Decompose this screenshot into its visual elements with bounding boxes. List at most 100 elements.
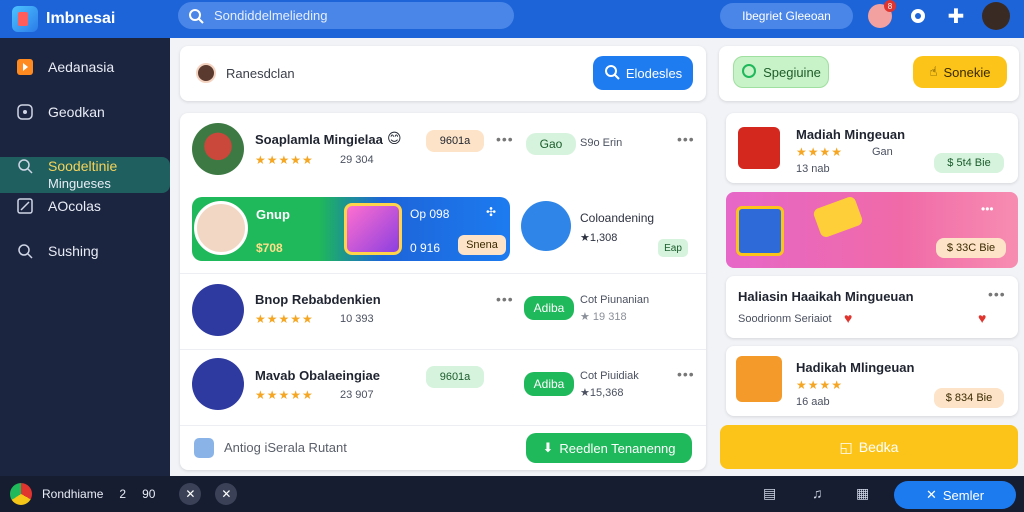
game-avatar [192,123,244,175]
list-item[interactable]: Mavab Obalaeingiae ★★★★★ 23 907 9601a Ad… [180,349,706,425]
row-action-button[interactable]: Adiba [524,296,574,320]
notification-icon[interactable]: ♫ [812,485,823,501]
row-title: Mavab Obalaeingiae [255,368,380,383]
header-label: Ranesdclan [226,66,295,81]
message-icon [16,103,34,121]
more-icon[interactable]: ••• [988,286,1006,302]
link-icon[interactable]: ✣ [486,205,496,219]
promo-card[interactable]: ••• $ 33C Bie [726,192,1018,268]
game-controller-icon[interactable]: ✕ [179,483,202,505]
price-badge: $ 5t4 Bie [934,153,1004,173]
item-sub: Gan [872,146,893,158]
banner-count: 0 916 [410,241,441,255]
more-icon[interactable]: ••• [677,366,695,382]
more-icon[interactable]: ••• [496,291,514,307]
bag-icon: ◱ [839,438,853,455]
price-badge: $ 834 Bie [934,388,1004,408]
sidebar-item-geodkan[interactable]: Geodkan [0,101,170,123]
heart-icon[interactable]: ♥ [978,310,986,326]
row-title: Soaplamla Mingielaa [255,132,383,147]
rating-stars: ★★★★★ [255,312,314,326]
list-icon[interactable]: ▦ [856,485,869,502]
row-action-label: Adiba [533,377,565,391]
row-title: Bnop Rebabdenkien [255,292,381,307]
edit-icon [16,197,34,215]
header-primary-button[interactable]: Elodesles [593,56,693,90]
coin-badge: 9601a [426,366,484,388]
game-controller-icon[interactable]: ✕ [215,483,238,505]
right-header-card: Spegiuine ☝ Sonekie [719,46,1019,101]
game-avatar [192,358,244,410]
promo-banner[interactable]: Gnup $708 Op 098 0 916 ✣ Snena [192,197,510,261]
side-button[interactable]: Eap [658,239,688,257]
side-title: Coloandening [580,211,655,225]
search-icon [16,242,34,260]
search-bar[interactable] [178,2,514,29]
green-action-button[interactable]: Spegiuine [733,56,829,88]
sidebar-item-label: Sushing [48,243,99,259]
item-price: 13 nab [796,163,830,175]
sidebar-item-label: Soodeltinie [48,158,118,174]
sidebar-item-aocolas[interactable]: AOcolas [0,195,170,217]
price-badge: $ 33C Bie [936,238,1006,258]
search-input[interactable] [214,8,494,23]
yellow-action-button[interactable]: ☝ Sonekie [913,56,1007,88]
item-title: Haliasin Haaikah Mingueuan [738,289,914,304]
send-button[interactable]: ✕ Semler [894,481,1016,509]
rating-count: 29 304 [340,154,374,166]
more-icon[interactable]: ••• [677,131,695,147]
item-price: 16 aab [796,396,830,408]
right-item-card[interactable]: Haliasin Haaikah Mingueuan ••• Soodrionm… [726,276,1018,338]
sidebar-item-sublabel: Mingueses [48,176,111,191]
more-icon[interactable]: ••• [981,202,994,216]
help-icon[interactable] [906,4,930,28]
green-button-label: Spegiuine [763,64,821,80]
more-icon[interactable]: ••• [496,131,514,147]
list-item[interactable]: Bnop Rebabdenkien ★★★★★ 10 393 ••• Adiba… [180,273,706,349]
profile-avatar[interactable]: 8 [868,0,896,28]
top-pill-button[interactable]: Ibegriet Gleeoan [720,3,853,29]
rating-stars: ★★★★★ [255,153,314,167]
feed-card: Soaplamla Mingielaa 😊 ★★★★★ 29 304 9601a… [180,113,706,470]
banner-button[interactable]: Snena [458,235,506,255]
notification-badge: 8 [884,0,896,12]
row-action-button[interactable]: Gao [526,133,576,155]
banner-side-item[interactable]: Coloandening ★1,308 Eap [518,197,698,261]
store-icon[interactable]: ▤ [763,485,776,502]
sidebar-item-aedanasia[interactable]: Aedanasia [0,56,170,78]
play-icon [16,58,34,76]
browser-icon[interactable] [10,483,32,505]
user-avatar [196,63,216,83]
footer-button[interactable]: ⬇ Reedlen Tenanenng [526,433,692,463]
right-item-card[interactable]: Hadikah Mlingeuan ★★★★ 16 aab $ 834 Bie [726,346,1018,416]
app-logo[interactable]: Imbnesai [12,6,172,32]
sidebar-item-sushing[interactable]: Sushing [0,240,170,262]
sidebar-item-soodeltinie[interactable]: Soodeltinie Mingueses [0,157,170,193]
right-bottom-button-label: Bedka [858,439,899,455]
list-item[interactable]: Soaplamla Mingielaa 😊 ★★★★★ 29 304 9601a… [180,113,706,191]
row-side-text: S9o Erin [580,137,623,149]
footer-label: Antiog iSerala Rutant [224,440,347,455]
sidebar-item-label: AOcolas [48,198,101,214]
item-title: Madiah Mingeuan [796,127,906,142]
rating-count: 23 907 [340,389,374,401]
right-bottom-button[interactable]: ◱ Bedka [720,425,1018,469]
add-icon[interactable]: ✚ [944,4,968,28]
footer-button-label: Reedlen Tenanenng [559,440,676,456]
game-avatar [521,201,571,251]
row-side-title: Cot Piunanian [580,294,650,306]
right-item-card[interactable]: Madiah Mingeuan ★★★★ Gan 13 nab $ 5t4 Bi… [726,113,1018,183]
banner-amount: $708 [256,241,283,255]
gift-box-icon [344,203,402,255]
user-avatar[interactable] [982,2,1010,30]
row-side-sub: ★ 19 318 [580,311,627,323]
top-bar: Imbnesai Ibegriet Gleeoan 8 ✚ [0,0,1024,38]
side-price: ★1,308 [580,232,618,244]
search-icon [16,157,34,175]
sidebar-item-label: Aedanasia [48,59,115,75]
game-avatar [192,284,244,336]
hand-icon: ☝ [929,64,938,79]
item-title: Hadikah Mlingeuan [796,360,915,375]
row-action-button[interactable]: Adiba [524,372,574,396]
heart-icon[interactable]: ♥ [844,310,852,326]
